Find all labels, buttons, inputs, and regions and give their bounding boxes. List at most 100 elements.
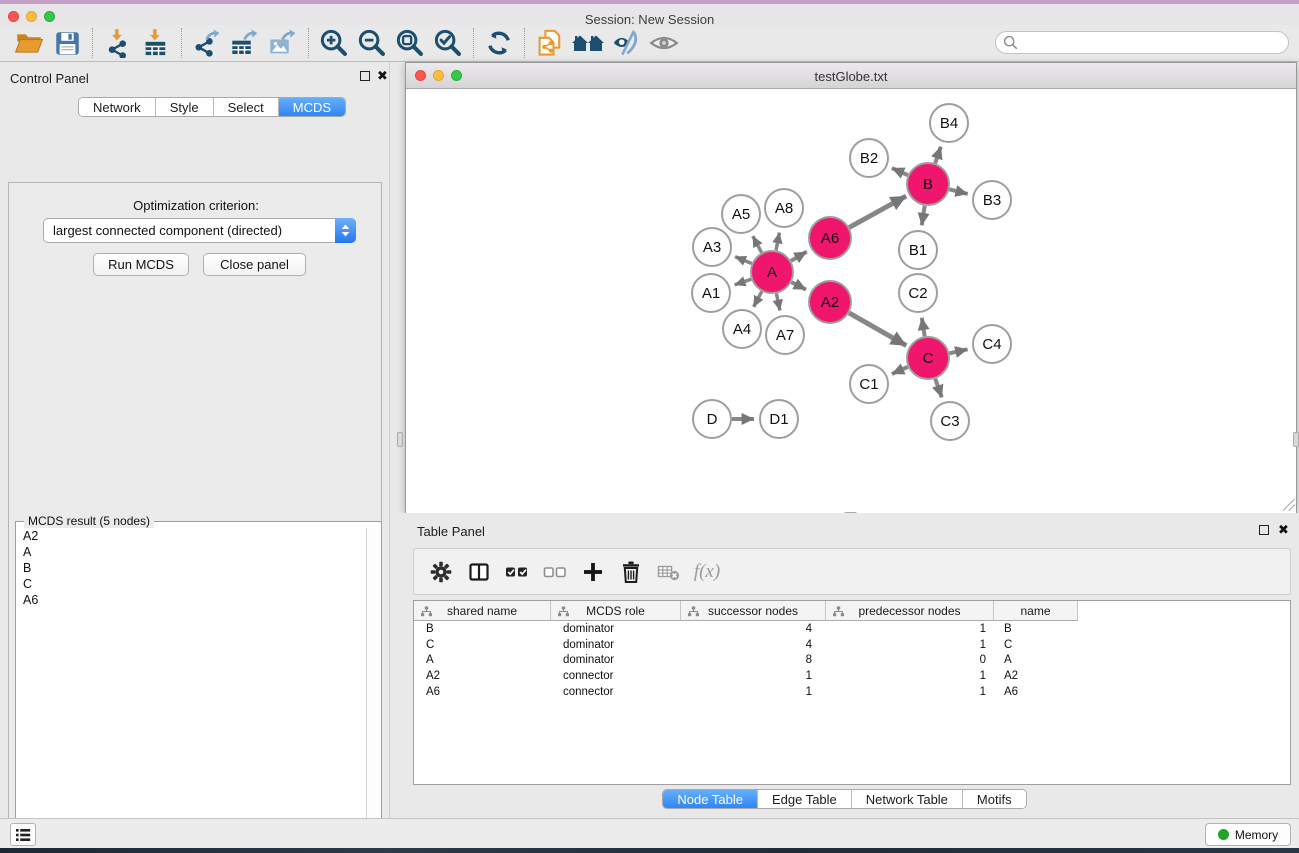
edge-C-C2[interactable]: [922, 318, 925, 337]
edge-B-B4[interactable]: [935, 147, 941, 164]
table-float-icon[interactable]: [1259, 525, 1269, 535]
result-item[interactable]: B: [17, 560, 367, 576]
table-row[interactable]: A6connector11A6: [414, 684, 1290, 700]
control-panel-tabs: NetworkStyleSelectMCDS: [78, 97, 346, 117]
result-item[interactable]: A6: [17, 592, 367, 608]
column-header-shared-name[interactable]: shared name: [414, 601, 551, 621]
edge-B-B2[interactable]: [892, 168, 908, 175]
optimization-label: Optimization criterion:: [9, 198, 383, 213]
edge-C-C3[interactable]: [935, 379, 942, 398]
left-divider-grip[interactable]: [397, 432, 403, 447]
edge-C-C4[interactable]: [949, 349, 967, 353]
network-canvas[interactable]: AA1A2A3A4A5A6A7A8BB1B2B3B4CC1C2C3C4DD1: [406, 90, 1296, 513]
main-titlebar[interactable]: Session: New Session: [0, 4, 1299, 25]
delete-column-icon[interactable]: [612, 555, 650, 589]
edge-A-A8[interactable]: [776, 233, 779, 251]
edge-A-A4[interactable]: [754, 291, 762, 306]
column-header-name[interactable]: name: [994, 601, 1078, 621]
run-mcds-button[interactable]: Run MCDS: [93, 253, 189, 276]
export-image-icon[interactable]: [264, 27, 302, 59]
resize-grip[interactable]: [1283, 499, 1295, 511]
edge-A-A1[interactable]: [735, 279, 752, 285]
tab-style[interactable]: Style: [156, 98, 214, 116]
edge-A-A2[interactable]: [792, 282, 806, 289]
close-panel-icon[interactable]: ✖: [377, 70, 388, 82]
network-window-titlebar[interactable]: testGlobe.txt: [406, 63, 1296, 89]
zoom-in-icon[interactable]: [315, 27, 353, 59]
tab-motifs[interactable]: Motifs: [963, 790, 1026, 808]
tab-edge-table[interactable]: Edge Table: [758, 790, 852, 808]
node-label-A2: A2: [821, 294, 839, 311]
column-header-successor-nodes[interactable]: successor nodes: [681, 601, 826, 621]
add-column-icon[interactable]: [574, 555, 612, 589]
task-history-button[interactable]: [10, 823, 36, 846]
result-item[interactable]: A2: [17, 528, 367, 544]
edge-A-A5[interactable]: [753, 236, 762, 253]
deselect-all-icon[interactable]: [536, 555, 574, 589]
node-label-A1: A1: [702, 285, 720, 302]
node-label-A: A: [767, 264, 777, 281]
result-item[interactable]: A: [17, 544, 367, 560]
tab-node-table[interactable]: Node Table: [663, 790, 758, 808]
result-item[interactable]: C: [17, 576, 367, 592]
column-view-icon[interactable]: [460, 555, 498, 589]
zoom-selected-icon[interactable]: [429, 27, 467, 59]
network-documents-icon[interactable]: [531, 27, 569, 59]
tab-mcds[interactable]: MCDS: [279, 98, 345, 116]
edge-A-A6[interactable]: [791, 252, 807, 261]
mcds-result-title: MCDS result (5 nodes): [24, 514, 154, 528]
float-panel-icon[interactable]: [360, 71, 370, 81]
right-divider-grip[interactable]: [1293, 432, 1299, 447]
open-file-icon[interactable]: [10, 27, 48, 59]
edge-A-A3[interactable]: [735, 257, 752, 264]
table-close-icon[interactable]: ✖: [1278, 524, 1289, 536]
hide-graphics-icon[interactable]: [607, 27, 645, 59]
tab-network-table[interactable]: Network Table: [852, 790, 963, 808]
close-panel-button[interactable]: Close panel: [203, 253, 306, 276]
node-label-C: C: [923, 350, 934, 367]
cell-successor-nodes: 8: [681, 653, 826, 669]
import-network-icon[interactable]: [99, 27, 137, 59]
select-all-icon[interactable]: [498, 555, 536, 589]
edge-A6-B[interactable]: [849, 196, 906, 227]
refresh-view-icon[interactable]: [480, 27, 518, 59]
search-input[interactable]: [995, 31, 1289, 54]
table-row[interactable]: Bdominator41B: [414, 621, 1290, 637]
export-network-icon[interactable]: [188, 27, 226, 59]
cell-MCDS-role: dominator: [551, 621, 681, 637]
edge-A-A7[interactable]: [776, 294, 780, 311]
dropdown-stepper-icon: [335, 218, 356, 243]
export-table-icon[interactable]: [226, 27, 264, 59]
column-header-MCDS-role[interactable]: MCDS role: [551, 601, 681, 621]
save-session-icon[interactable]: [48, 27, 86, 59]
function-builder-icon[interactable]: f(x): [688, 555, 726, 589]
edge-B-B3[interactable]: [949, 189, 967, 194]
result-scrollbar[interactable]: [366, 528, 380, 853]
table-tabs: Node TableEdge TableNetwork TableMotifs: [662, 789, 1026, 809]
cell-MCDS-role: connector: [551, 684, 681, 700]
delete-table-icon[interactable]: [650, 555, 688, 589]
edge-C-C1[interactable]: [892, 367, 908, 374]
table-row[interactable]: Adominator80A: [414, 653, 1290, 669]
import-table-icon[interactable]: [137, 27, 175, 59]
mcds-result-list[interactable]: A2ABCA6: [17, 528, 367, 853]
table-row[interactable]: A2connector11A2: [414, 668, 1290, 684]
zoom-out-icon[interactable]: [353, 27, 391, 59]
toolbar-separator: [92, 28, 93, 58]
table-row[interactable]: Cdominator41C: [414, 637, 1290, 653]
control-panel: Control Panel ✖ NetworkStyleSelectMCDS O…: [0, 62, 390, 818]
memory-button[interactable]: Memory: [1205, 823, 1291, 846]
edge-A2-C[interactable]: [849, 313, 906, 346]
node-table[interactable]: shared nameMCDS rolesuccessor nodesprede…: [413, 600, 1291, 785]
settings-gear-icon[interactable]: [422, 555, 460, 589]
cell-predecessor-nodes: 1: [826, 668, 994, 684]
tab-network[interactable]: Network: [79, 98, 156, 116]
tab-select[interactable]: Select: [214, 98, 279, 116]
edge-B-B1[interactable]: [922, 206, 925, 226]
node-label-B1: B1: [909, 242, 927, 259]
home-view-icon[interactable]: [569, 27, 607, 59]
zoom-fit-icon[interactable]: [391, 27, 429, 59]
criterion-dropdown[interactable]: largest connected component (directed): [43, 218, 356, 243]
show-graphics-icon[interactable]: [645, 27, 683, 59]
column-header-predecessor-nodes[interactable]: predecessor nodes: [826, 601, 994, 621]
